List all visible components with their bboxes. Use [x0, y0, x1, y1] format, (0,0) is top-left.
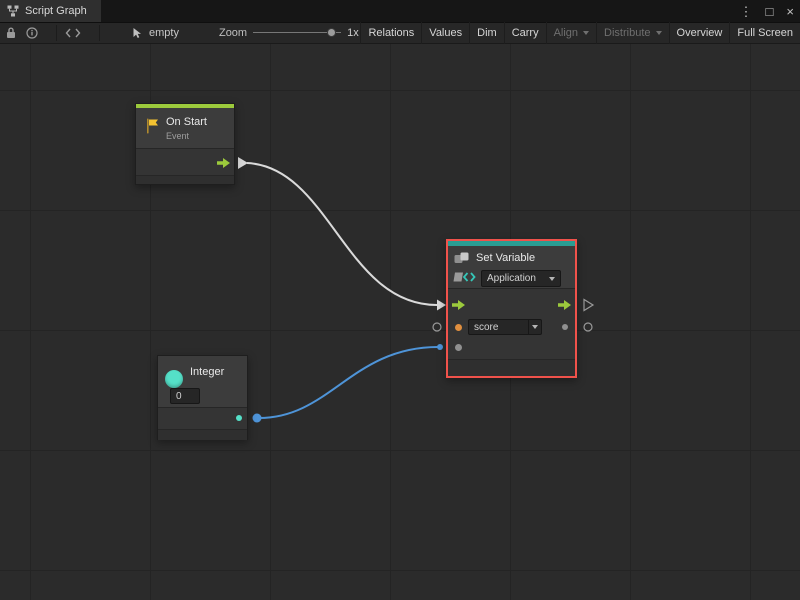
graph-toolbar: empty Zoom 1x Relations Values Dim Carry… [0, 22, 800, 44]
tab-title: Script Graph [25, 5, 87, 17]
flow-output-stub[interactable] [584, 300, 593, 311]
variable-name-dropdown[interactable]: score [468, 319, 542, 335]
chevron-down-icon [583, 31, 589, 35]
node-title: Set Variable [476, 252, 535, 264]
output-value-port[interactable] [562, 324, 568, 330]
dim-button[interactable]: Dim [469, 22, 504, 44]
chevron-down-icon [549, 277, 555, 281]
value-output-connector[interactable] [253, 414, 262, 423]
input-value-port[interactable] [455, 344, 462, 351]
flow-output-port[interactable] [558, 300, 571, 310]
graph-breadcrumb[interactable]: empty [132, 27, 179, 39]
values-button[interactable]: Values [421, 22, 469, 44]
zoom-value: 1x [347, 27, 359, 39]
integer-value: 0 [171, 391, 199, 402]
node-footer [136, 175, 234, 184]
toolbar-separator [99, 25, 100, 41]
node-body [158, 407, 247, 429]
graph-canvas[interactable]: On Start Event Set Variable Application [0, 44, 800, 600]
chevron-down-icon [532, 325, 538, 329]
zoom-slider[interactable] [253, 27, 341, 39]
node-header[interactable]: Set Variable Application [448, 246, 575, 288]
flow-output-connector[interactable] [238, 157, 248, 169]
script-graph-icon [7, 5, 19, 17]
zoom-label: Zoom [219, 27, 247, 39]
variables-icon [454, 252, 472, 264]
zoom-slider-knob[interactable] [327, 28, 336, 37]
align-button[interactable]: Align [546, 22, 596, 44]
value-input-stub[interactable] [433, 323, 441, 331]
variable-name-caret[interactable] [528, 320, 541, 334]
node-header[interactable]: Integer 0 [158, 356, 247, 407]
flow-output-port[interactable] [217, 158, 230, 168]
carry-button[interactable]: Carry [504, 22, 546, 44]
integer-icon [165, 370, 183, 388]
node-on-start[interactable]: On Start Event [135, 103, 235, 185]
tab-script-graph[interactable]: Script Graph [0, 0, 101, 22]
set-variable-icon [453, 271, 477, 283]
relations-button[interactable]: Relations [360, 22, 421, 44]
distribute-button[interactable]: Distribute [596, 22, 668, 44]
toolbar-separator [56, 25, 57, 41]
wire-value-integer-setvariable[interactable] [259, 347, 438, 418]
graph-name: empty [149, 27, 179, 39]
integer-output-port[interactable] [236, 415, 242, 421]
flow-input-port[interactable] [452, 300, 465, 310]
node-title: On Start [166, 116, 207, 128]
node-footer [158, 429, 247, 440]
node-subtitle: Event [166, 131, 189, 141]
integer-value-input[interactable]: 0 [170, 388, 200, 404]
value-output-stub[interactable] [584, 323, 592, 331]
value-input-connector[interactable] [437, 344, 443, 350]
node-set-variable[interactable]: Set Variable Application score [446, 239, 577, 378]
chevron-down-icon [656, 31, 662, 35]
full-screen-button[interactable]: Full Screen [729, 22, 800, 44]
variable-scope-dropdown[interactable]: Application [481, 270, 561, 287]
menu-icon[interactable]: ⋮ [740, 5, 753, 18]
lock-icon[interactable] [6, 27, 16, 39]
node-integer[interactable]: Integer 0 [157, 355, 248, 440]
node-header[interactable]: On Start Event [136, 108, 234, 148]
overview-button[interactable]: Overview [669, 22, 730, 44]
node-footer [448, 359, 575, 376]
cursor-icon [132, 27, 144, 39]
node-title: Integer [190, 366, 224, 378]
flow-input-connector[interactable] [437, 300, 446, 311]
close-icon[interactable]: × [786, 5, 794, 18]
code-icon[interactable] [65, 28, 81, 38]
variable-name-value: score [469, 322, 528, 333]
titlebar: Script Graph ⋮ □ × [0, 0, 800, 22]
flag-icon [144, 117, 160, 135]
variable-scope-value: Application [482, 273, 549, 284]
wire-flow-onstart-setvariable[interactable] [247, 163, 437, 305]
window-controls: ⋮ □ × [740, 0, 794, 22]
info-icon[interactable] [26, 27, 38, 39]
wires-layer [0, 44, 800, 600]
maximize-icon[interactable]: □ [766, 5, 774, 18]
variable-name-port[interactable] [455, 324, 462, 331]
